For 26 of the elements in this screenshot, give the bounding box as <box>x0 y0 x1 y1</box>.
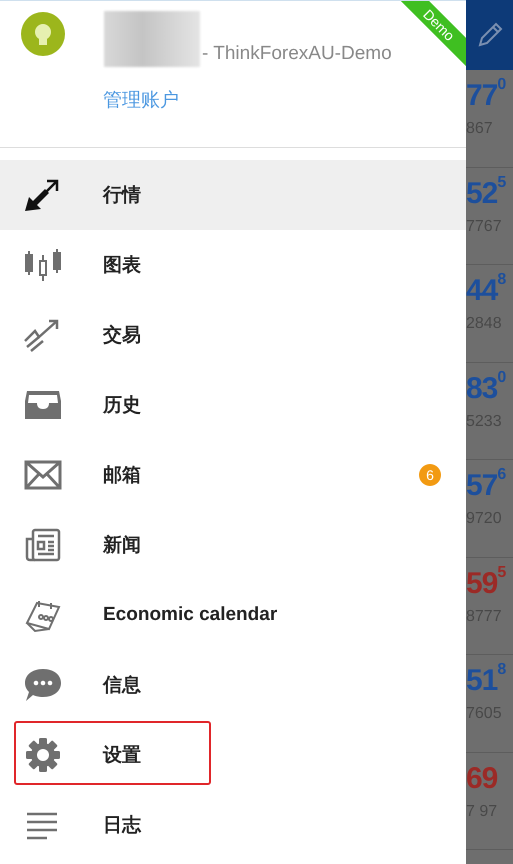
quote-price: 51$^{8}$ <box>466 661 506 699</box>
unread-badge: 6 <box>419 464 441 486</box>
newspaper-icon <box>23 527 63 563</box>
quote-price: 59$^{5}$ <box>466 564 506 602</box>
settings-icon <box>23 737 63 773</box>
menu-item[interactable]: Economic calendar <box>0 580 466 650</box>
candlestick-icon <box>23 247 63 283</box>
pencil-icon[interactable] <box>476 22 502 48</box>
menu-item[interactable]: 设置 <box>0 720 466 790</box>
menu-item[interactable]: 交易 <box>0 300 466 370</box>
quote-price: 77$^{0}$ <box>466 76 506 114</box>
server-name: - ThinkForexAU-Demo <box>202 43 392 65</box>
menu-item[interactable]: 历史 <box>0 370 466 440</box>
menu-item[interactable]: 日志 <box>0 790 466 860</box>
menu-item[interactable]: 信息 <box>0 650 466 720</box>
menu-item[interactable]: 新闻 <box>0 510 466 580</box>
quote-price: 69 <box>466 760 498 796</box>
menu-item[interactable]: 邮箱 6 <box>0 440 466 510</box>
chat-bubble-icon <box>23 667 63 703</box>
quote-price: 52$^{5}$ <box>466 174 506 212</box>
lightbulb-logo-icon <box>21 12 65 56</box>
menu-item[interactable]: 行情 <box>0 160 466 230</box>
quote-price: 44$^{8}$ <box>466 271 506 309</box>
quote-price: 83$^{0}$ <box>466 368 506 406</box>
menu-item[interactable]: 图表 <box>0 230 466 300</box>
quote-price: 57$^{6}$ <box>466 466 506 504</box>
